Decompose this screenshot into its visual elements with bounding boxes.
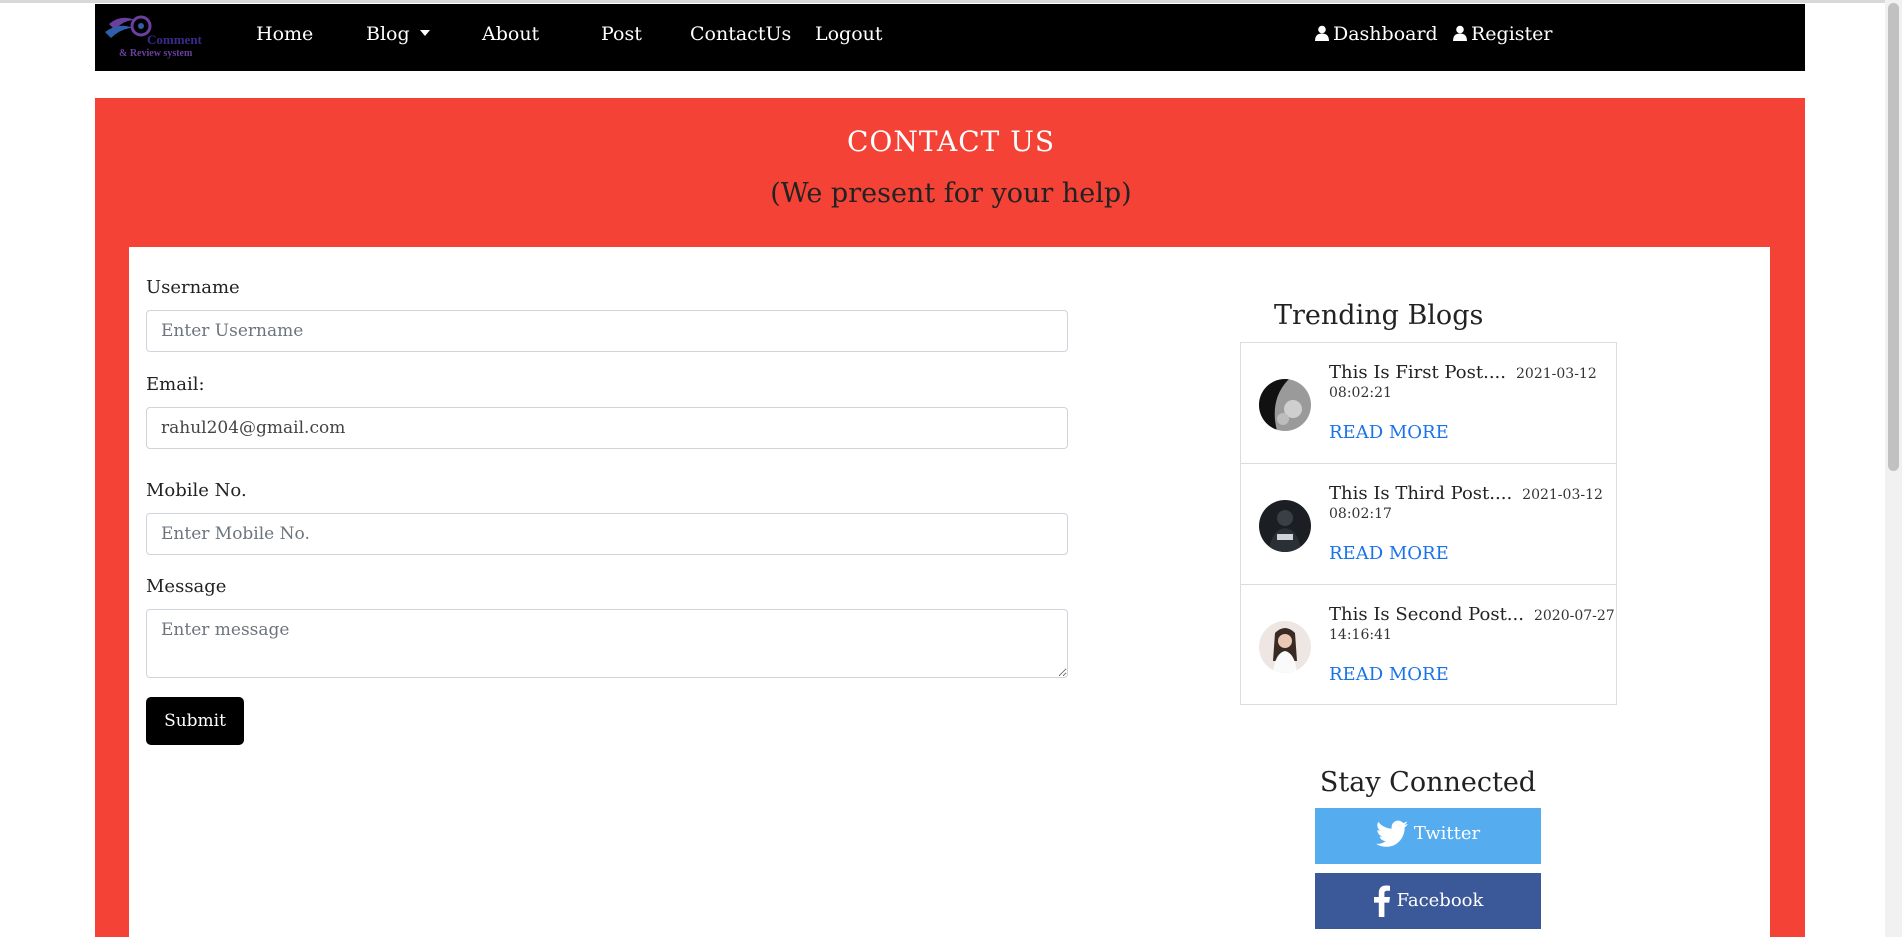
post-time: 14:16:41 xyxy=(1329,627,1392,643)
facebook-label: Facebook xyxy=(1396,890,1484,911)
nav-contactus[interactable]: ContactUs xyxy=(690,22,791,46)
twitter-icon xyxy=(1375,820,1408,847)
nav-blog-dropdown[interactable]: Blog xyxy=(366,22,430,46)
post-title[interactable]: This Is First Post.... 2021-03-12 xyxy=(1329,362,1597,383)
nav-register[interactable]: Register xyxy=(1453,22,1553,46)
scrollbar-thumb[interactable] xyxy=(1888,3,1899,471)
post-thumbnail[interactable] xyxy=(1259,379,1311,431)
read-more-link[interactable]: READ MORE xyxy=(1329,422,1449,443)
user-icon xyxy=(1315,25,1329,41)
facebook-icon xyxy=(1373,885,1390,917)
email-label: Email: xyxy=(146,374,205,395)
post-title-text: This Is Third Post.... xyxy=(1329,483,1513,504)
submit-button[interactable]: Submit xyxy=(146,697,244,745)
mobile-label: Mobile No. xyxy=(146,480,247,501)
read-more-link[interactable]: READ MORE xyxy=(1329,664,1449,685)
post-date: 2021-03-12 xyxy=(1516,366,1597,382)
email-input[interactable] xyxy=(146,407,1068,449)
nav-post[interactable]: Post xyxy=(601,22,642,46)
message-label: Message xyxy=(146,576,227,597)
post-title[interactable]: This Is Third Post.... 2021-03-12 xyxy=(1329,483,1603,504)
nav-about[interactable]: About xyxy=(482,22,539,46)
post-thumbnail[interactable] xyxy=(1259,621,1311,673)
trending-item: This Is First Post.... 2021-03-12 08:02:2… xyxy=(1240,342,1617,463)
trending-item: This Is Third Post.... 2021-03-12 08:02:1… xyxy=(1240,463,1617,584)
svg-text:& Review system: & Review system xyxy=(119,48,193,59)
nav-home[interactable]: Home xyxy=(256,22,313,46)
nav-dashboard[interactable]: Dashboard xyxy=(1315,22,1438,46)
site-logo[interactable]: Comment & Review system xyxy=(101,10,205,64)
username-label: Username xyxy=(146,277,240,298)
nav-register-label: Register xyxy=(1471,23,1553,45)
nav-dashboard-label: Dashboard xyxy=(1333,23,1438,45)
twitter-button[interactable]: Twitter xyxy=(1315,808,1541,864)
window-top-border xyxy=(0,0,1902,3)
post-title[interactable]: This Is Second Post... 2020-07-27 xyxy=(1329,604,1615,625)
page-title: CONTACT US xyxy=(846,125,1056,158)
trending-title: Trending Blogs xyxy=(1274,300,1484,331)
post-thumbnail[interactable] xyxy=(1259,500,1311,552)
post-date: 2020-07-27 xyxy=(1533,608,1615,624)
username-input[interactable] xyxy=(146,310,1068,352)
post-title-text: This Is First Post.... xyxy=(1329,362,1507,383)
post-time: 08:02:21 xyxy=(1329,385,1392,401)
stay-connected-title: Stay Connected xyxy=(1319,767,1537,798)
trending-list: This Is First Post.... 2021-03-12 08:02:2… xyxy=(1240,342,1617,705)
user-icon xyxy=(1453,25,1467,41)
mobile-input[interactable] xyxy=(146,513,1068,555)
nav-blog-label: Blog xyxy=(366,23,410,45)
facebook-button[interactable]: Facebook xyxy=(1315,873,1541,929)
twitter-label: Twitter xyxy=(1413,823,1481,844)
svg-text:Comment: Comment xyxy=(147,32,203,47)
read-more-link[interactable]: READ MORE xyxy=(1329,543,1449,564)
nav-logout[interactable]: Logout xyxy=(815,22,883,46)
post-date: 2021-03-12 xyxy=(1522,487,1603,503)
message-textarea[interactable] xyxy=(146,609,1068,678)
post-time: 08:02:17 xyxy=(1329,506,1392,522)
vertical-scrollbar[interactable] xyxy=(1885,0,1902,937)
post-title-text: This Is Second Post... xyxy=(1329,604,1524,625)
trending-item: This Is Second Post... 2020-07-27 14:16:4… xyxy=(1240,584,1617,705)
page-subtitle: (We present for your help) xyxy=(770,178,1132,209)
caret-down-icon xyxy=(419,30,430,36)
